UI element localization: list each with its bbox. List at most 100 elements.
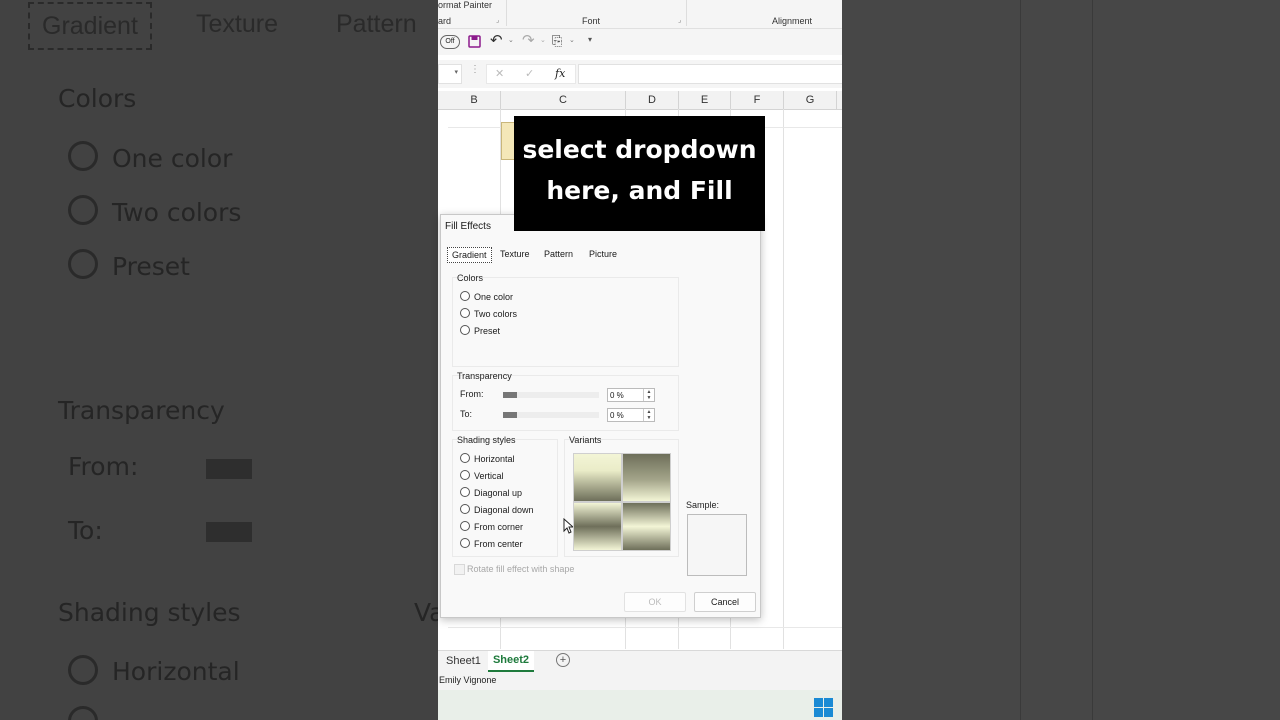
column-headers: B C D E F G [438,91,842,110]
radio-diagonal-down[interactable] [460,504,470,514]
radio-two-colors[interactable] [460,308,470,318]
ribbon-divider [686,0,687,26]
column-header-b[interactable]: B [448,91,501,109]
more-options-icon: ⋮ [470,64,480,75]
rotate-checkbox[interactable] [454,564,465,575]
undo-icon[interactable]: ↶ [490,31,503,49]
to-label: To: [460,409,473,419]
radio-horizontal[interactable] [460,453,470,463]
ribbon: ormat Painter ard ⌟ Font ⌟ Alignment [438,0,842,29]
from-spinner[interactable]: 0 % ▲ ▼ [607,388,655,402]
bg-tab-texture: Texture [196,10,278,38]
transparency-group [452,375,679,431]
to-value: 0 % [610,411,624,420]
font-group-label: Font [582,16,601,26]
gridline [448,627,842,628]
slider-thumb[interactable] [503,392,517,398]
radio-from-corner[interactable] [460,521,470,531]
quick-access-toolbar: Off ↶ ⌄ ↷ ⌄ ⎘ ⌄ ▾ [438,29,842,55]
chevron-down-icon[interactable]: ▾ [454,68,458,76]
tab-picture[interactable]: Picture [585,247,621,261]
radio-diagonal-up-label: Diagonal up [474,488,523,498]
radio-two-colors-label: Two colors [474,309,518,319]
tab-pattern[interactable]: Pattern [540,247,577,261]
dialog-launcher-icon[interactable]: ⌟ [678,16,681,24]
enter-icon[interactable]: ✓ [525,67,534,80]
chevron-down-icon[interactable]: ⌄ [540,36,546,44]
radio-diagonal-down-label: Diagonal down [474,505,534,515]
bg-tab-pattern: Pattern [336,10,417,38]
format-painter-button[interactable]: ormat Painter [438,0,492,10]
bg-radio-label: One color [112,144,233,173]
cancel-icon[interactable]: ✕ [495,67,504,80]
rotate-checkbox-label: Rotate fill effect with shape [467,564,575,574]
to-spinner[interactable]: 0 % ▲ ▼ [607,408,655,422]
chevron-down-icon[interactable]: ⌄ [508,36,514,44]
radio-horizontal-label: Horizontal [474,454,515,464]
spinner-arrows-icon[interactable]: ▲ ▼ [643,409,654,421]
radio-diagonal-up[interactable] [460,487,470,497]
fill-effects-dialog: Fill Effects Gradient Texture Pattern Pi… [440,214,761,618]
save-icon[interactable] [468,35,481,48]
radio-from-center[interactable] [460,538,470,548]
status-user: Emily Vignone [439,675,497,685]
column-header-c[interactable]: C [501,91,626,109]
column-header-d[interactable]: D [626,91,679,109]
colors-group [452,277,679,367]
column-header-g[interactable]: G [784,91,837,109]
variant-swatch[interactable] [622,453,671,502]
variant-swatch[interactable] [573,453,622,502]
sheet-tab-sheet1[interactable]: Sheet1 [446,655,481,667]
clipboard-group-label: ard [438,16,452,26]
bg-variants-partial: Va [414,598,438,627]
windows-start-icon[interactable] [814,698,834,718]
variant-swatch[interactable] [622,502,671,551]
column-header-e[interactable]: E [679,91,731,109]
from-slider[interactable] [503,392,599,398]
variant-swatch[interactable] [573,502,622,551]
insert-function-icon[interactable]: fx [555,67,565,80]
bg-to-label: To: [68,516,103,545]
format-painter-icon[interactable]: ⎘ [552,33,562,49]
background-zoomed-dialog: Gradient Texture Pattern Colors One colo… [0,0,438,720]
cancel-button[interactable]: Cancel [694,592,756,612]
name-box[interactable]: ▾ [438,64,462,84]
radio-vertical-label: Vertical [474,471,504,481]
bg-radio [68,655,98,685]
caption-line-1: select dropdown [522,135,757,164]
dialog-launcher-icon[interactable]: ⌟ [496,16,499,24]
bg-shading-horizontal: Horizontal [112,657,240,686]
customize-qat-icon[interactable]: ▾ [588,35,592,44]
shading-styles-label: Shading styles [457,435,516,445]
bg-slider-thumb [206,522,252,542]
bg-shading-label: Shading styles [58,598,241,627]
tab-texture[interactable]: Texture [496,247,534,261]
formula-buttons: ✕ ✓ fx [486,64,576,84]
bg-colors-label: Colors [58,84,137,113]
formula-input[interactable] [578,64,842,84]
radio-vertical[interactable] [460,470,470,480]
tab-gradient[interactable]: Gradient [447,247,492,263]
autosave-toggle[interactable]: Off [440,35,460,49]
bg-radio [68,249,98,279]
slider-thumb[interactable] [503,412,517,418]
chevron-down-icon[interactable]: ⌄ [569,36,575,44]
from-value: 0 % [610,391,624,400]
radio-one-color[interactable] [460,291,470,301]
sheet-tab-sheet2[interactable]: Sheet2 [488,651,534,672]
status-bar: Emily Vignone [438,672,842,690]
bg-radio [68,195,98,225]
transparency-label: Transparency [457,371,512,381]
ok-button[interactable]: OK [624,592,686,612]
bg-slider-thumb [206,459,252,479]
spinner-arrows-icon[interactable]: ▲ ▼ [643,389,654,401]
sheet-tabs-bar: Sheet1 Sheet2 + [438,650,842,673]
bg-radio-label: Preset [112,252,190,281]
formula-bar: ▾ ⋮ ✕ ✓ fx [438,60,842,88]
redo-icon[interactable]: ↷ [522,31,535,49]
column-header-f[interactable]: F [731,91,784,109]
radio-preset[interactable] [460,325,470,335]
bg-tab-gradient: Gradient [28,2,152,50]
add-sheet-icon[interactable]: + [556,653,570,667]
to-slider[interactable] [503,412,599,418]
